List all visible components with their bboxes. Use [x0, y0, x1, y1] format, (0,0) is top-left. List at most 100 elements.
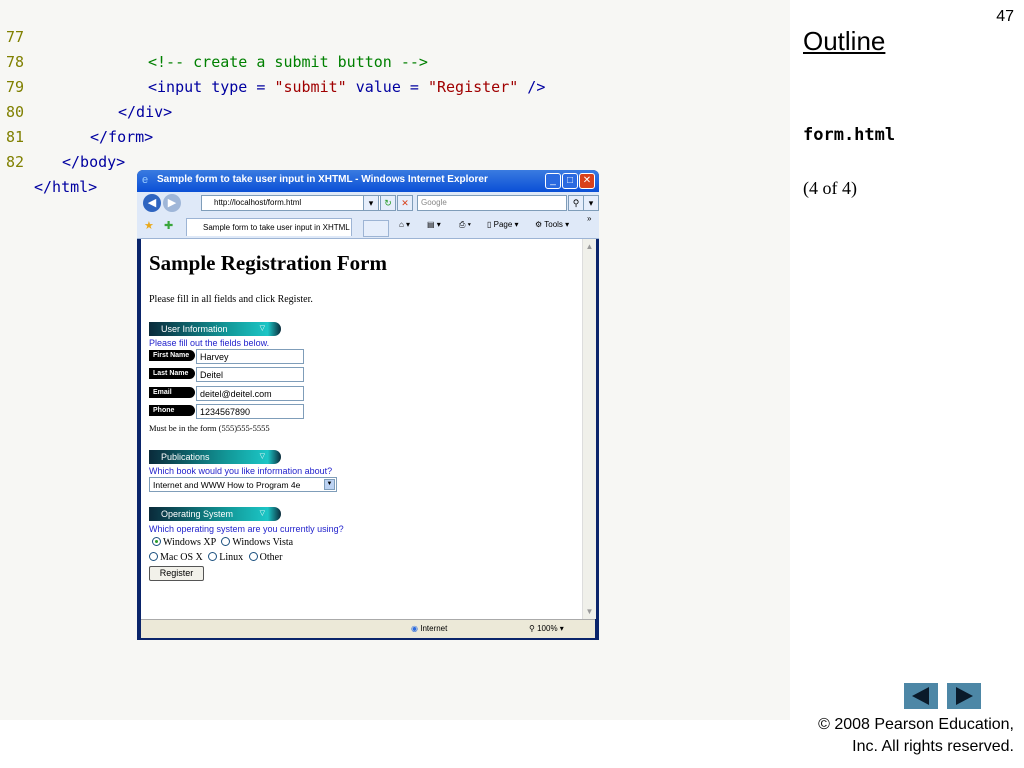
- os-vista-label: Windows Vista: [232, 537, 294, 548]
- chevron-down-icon: ▽: [259, 325, 265, 332]
- zoom-label: 100%: [537, 624, 558, 633]
- back-icon[interactable]: ◀: [143, 194, 161, 212]
- chevron-down-icon: ▽: [259, 510, 265, 517]
- status-zone: ◉ Internet: [411, 624, 447, 633]
- section-label: Operating System: [161, 509, 234, 519]
- zoom-control[interactable]: ⚲ 100% ▾: [529, 624, 564, 633]
- book-select[interactable]: Internet and WWW How to Program 4e ▼: [149, 477, 337, 492]
- first-name-label: First Name: [149, 350, 195, 361]
- code-tag: <input type =: [148, 78, 275, 96]
- copyright-line-2: Inc. All rights reserved.: [852, 738, 1014, 755]
- last-name-label: Last Name: [149, 368, 195, 379]
- code-string: "submit": [274, 78, 347, 96]
- os-winxp-radio[interactable]: [152, 537, 161, 546]
- previous-slide-button[interactable]: [904, 683, 938, 709]
- code-line-81: 81 </body>: [0, 100, 125, 171]
- refresh-icon[interactable]: ↻: [380, 195, 396, 211]
- chevron-down-icon[interactable]: ▼: [324, 479, 335, 490]
- globe-icon: ◉: [411, 624, 418, 633]
- first-name-input[interactable]: Harvey: [196, 349, 304, 364]
- next-slide-button[interactable]: [947, 683, 981, 709]
- os-linux-label: Linux: [219, 552, 244, 563]
- section-label: Publications: [161, 452, 210, 462]
- outline-title[interactable]: Outline: [803, 26, 885, 57]
- line-number: 82: [6, 153, 25, 171]
- maximize-icon[interactable]: □: [562, 173, 578, 189]
- tab-label: Sample form to take user input in XHTML: [203, 223, 350, 232]
- code-line-77: 77 <!-- create a submit button -->: [0, 0, 428, 71]
- section-publications: Publications ▽: [149, 450, 281, 464]
- intro-text: Please fill in all fields and click Regi…: [149, 294, 313, 305]
- search-input[interactable]: Google: [417, 195, 567, 211]
- section-label: User Information: [161, 324, 228, 334]
- zone-label: Internet: [420, 624, 448, 633]
- os-radio-row-2: Mac OS X Linux Other: [149, 552, 282, 563]
- os-radio-row-1: Windows XP Windows Vista: [149, 537, 293, 548]
- os-mac-radio[interactable]: [149, 552, 158, 561]
- file-name: form.html: [803, 125, 896, 145]
- code-text: </div>: [118, 103, 173, 121]
- forward-icon[interactable]: ▶: [163, 194, 181, 212]
- code-line-82: 82 </html>: [0, 125, 97, 196]
- os-winxp-label: Windows XP: [163, 537, 216, 548]
- phone-input[interactable]: 1234567890: [196, 404, 304, 419]
- page-icon: ▯: [487, 220, 492, 229]
- register-button[interactable]: Register: [149, 566, 204, 581]
- add-favorites-icon[interactable]: ✚: [164, 219, 173, 232]
- last-name-input[interactable]: Deitel: [196, 367, 304, 382]
- code-text: </html>: [34, 178, 98, 196]
- os-vista-radio[interactable]: [221, 537, 231, 546]
- code-attr: value =: [346, 78, 428, 96]
- chevron-more-icon[interactable]: »: [587, 214, 591, 223]
- code-line-79: 79 </div>: [0, 50, 172, 121]
- code-line-80: 80 </form>: [0, 75, 153, 146]
- section-user-info: User Information ▽: [149, 322, 281, 336]
- slide-sidebar: [790, 0, 1024, 768]
- os-linux-radio[interactable]: [208, 552, 218, 561]
- scroll-up-icon[interactable]: ▲: [584, 241, 595, 252]
- tab-current[interactable]: Sample form to take user input in XHTML: [186, 218, 352, 236]
- feeds-icon[interactable]: ▤ ▾: [427, 220, 441, 229]
- home-icon[interactable]: ⌂ ▾: [399, 220, 410, 229]
- magnifier-icon: ⚲: [529, 624, 535, 633]
- page-scrollbar[interactable]: ▲ ▼: [582, 239, 596, 619]
- print-icon[interactable]: ⎙ ▾: [459, 220, 471, 230]
- page-content: Sample Registration Form Please fill in …: [141, 239, 582, 619]
- page-heading: Sample Registration Form: [149, 251, 387, 275]
- code-text: </body>: [62, 153, 126, 171]
- browser-window: e Sample form to take user input in XHTM…: [137, 170, 599, 640]
- email-input[interactable]: deitel@deitel.com: [196, 386, 304, 401]
- code-text: </form>: [90, 128, 154, 146]
- favorites-star-icon[interactable]: ★: [144, 219, 154, 232]
- status-bar: ◉ Internet ⚲ 100% ▾: [141, 619, 595, 638]
- book-selected: Internet and WWW How to Program 4e: [153, 480, 301, 490]
- tools-menu[interactable]: ⚙ Tools ▾: [535, 220, 569, 229]
- right-triangle-icon: [956, 687, 973, 705]
- page-menu-label: Page: [493, 220, 513, 229]
- scroll-down-icon[interactable]: ▼: [584, 606, 595, 617]
- stop-icon[interactable]: ✕: [397, 195, 413, 211]
- search-options-icon[interactable]: ▾: [583, 195, 599, 211]
- page-number: 47: [996, 8, 1014, 25]
- publications-question: Which book would you like information ab…: [149, 466, 333, 476]
- code-comment: <!-- create a submit button -->: [148, 53, 428, 71]
- left-triangle-icon: [912, 687, 929, 705]
- page-menu[interactable]: ▯ Page ▾: [487, 220, 519, 229]
- copyright-line-1: © 2008 Pearson Education,: [818, 716, 1014, 733]
- address-dropdown-icon[interactable]: ▾: [363, 195, 379, 211]
- gear-icon: ⚙: [535, 220, 543, 229]
- ie-logo-icon: e: [142, 174, 149, 186]
- new-tab-button[interactable]: [363, 220, 389, 237]
- os-other-radio[interactable]: [248, 552, 258, 561]
- close-icon[interactable]: ✕: [579, 173, 595, 189]
- code-text: <input type = "submit" value = "Register…: [148, 75, 545, 100]
- search-icon[interactable]: ⚲: [568, 195, 584, 211]
- os-mac-label: Mac OS X: [160, 552, 203, 563]
- fill-instructions: Please fill out the fields below.: [149, 338, 270, 348]
- browser-title-bar: e Sample form to take user input in XHTM…: [137, 170, 599, 192]
- tools-menu-label: Tools: [544, 220, 563, 229]
- minimize-icon[interactable]: _: [545, 173, 561, 189]
- code-line-78: 78 <input type = "submit" value = "Regis…: [0, 25, 545, 96]
- part-label: (4 of 4): [803, 178, 857, 198]
- code-string: "Register": [427, 78, 519, 96]
